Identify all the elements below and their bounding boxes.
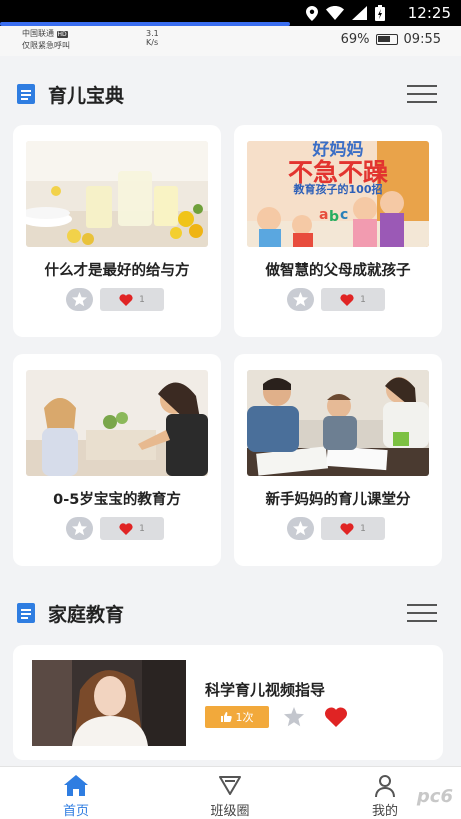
like-button[interactable]: 1 bbox=[100, 517, 164, 540]
favorite-button[interactable] bbox=[287, 517, 314, 540]
system-icons bbox=[306, 5, 385, 21]
star-icon bbox=[72, 292, 87, 307]
tab-class-circle[interactable]: 班级圈 bbox=[170, 767, 290, 819]
play-count: 1次 bbox=[235, 711, 254, 724]
section-title: 家庭教育 bbox=[48, 604, 125, 626]
like-button[interactable]: 1 bbox=[321, 517, 385, 540]
carrier-name: 中国联通 bbox=[22, 29, 54, 38]
inner-status-bar: 中国联通 HD 仅限紧急呼叫 3.1 K/s 69% 09:55 bbox=[0, 26, 461, 56]
like-count: 1 bbox=[360, 523, 366, 534]
like-button[interactable]: 1 bbox=[321, 288, 385, 311]
battery-icon bbox=[375, 34, 398, 45]
video-thumbnail bbox=[32, 660, 186, 746]
document-icon bbox=[17, 84, 35, 104]
video-card[interactable]: 科学育儿视频指导 1次 bbox=[13, 645, 443, 760]
inner-time: 09:55 bbox=[403, 32, 441, 47]
thumbs-up-icon bbox=[220, 712, 232, 722]
heart-icon[interactable] bbox=[324, 707, 348, 727]
system-time: 12:25 bbox=[407, 4, 451, 22]
star-icon[interactable] bbox=[283, 707, 305, 727]
document-icon bbox=[17, 603, 35, 623]
bottom-tab-bar: 首页 班级圈 我的 bbox=[0, 766, 461, 819]
svg-text:c: c bbox=[340, 207, 348, 223]
article-card[interactable]: 0-5岁宝宝的教育方 1 bbox=[13, 354, 221, 566]
carrier-info: 中国联通 HD 仅限紧急呼叫 bbox=[22, 28, 70, 51]
user-icon bbox=[375, 775, 395, 797]
like-count: 1 bbox=[360, 294, 366, 305]
signal-icon bbox=[352, 6, 367, 20]
emergency-text: 仅限紧急呼叫 bbox=[22, 41, 70, 50]
section-header-parenting: 育儿宝典 bbox=[0, 75, 461, 115]
class-circle-icon bbox=[219, 776, 241, 795]
svg-text:a: a bbox=[319, 207, 328, 223]
heart-icon bbox=[340, 293, 354, 306]
article-image bbox=[26, 370, 208, 476]
video-title: 科学育儿视频指导 bbox=[205, 681, 326, 699]
battery-charging-icon bbox=[375, 5, 385, 21]
heart-icon bbox=[119, 293, 133, 306]
article-title: 0-5岁宝宝的教育方 bbox=[53, 492, 181, 508]
speed-unit: K/s bbox=[146, 38, 159, 47]
location-icon bbox=[306, 5, 318, 21]
book-cover-subtitle: 教育孩子的100招 bbox=[293, 183, 383, 196]
article-title: 新手妈妈的育儿课堂分 bbox=[265, 492, 411, 508]
star-icon bbox=[72, 521, 87, 536]
wifi-icon bbox=[326, 6, 344, 20]
tab-home[interactable]: 首页 bbox=[16, 767, 136, 819]
network-speed: 3.1 K/s bbox=[146, 29, 159, 47]
star-icon bbox=[293, 292, 308, 307]
favorite-button[interactable] bbox=[66, 517, 93, 540]
tab-label: 首页 bbox=[62, 804, 89, 819]
inner-status-right: 69% 09:55 bbox=[341, 32, 441, 47]
article-card[interactable]: 什么才是最好的给与方 1 bbox=[13, 125, 221, 337]
favorite-button[interactable] bbox=[287, 288, 314, 311]
article-image bbox=[247, 370, 429, 476]
article-card[interactable]: 新手妈妈的育儿课堂分 1 bbox=[234, 354, 442, 566]
system-status-bar: 12:25 bbox=[0, 0, 461, 26]
menu-icon[interactable] bbox=[407, 602, 437, 624]
speed-value: 3.1 bbox=[146, 29, 159, 38]
home-icon bbox=[64, 775, 88, 796]
section-header-family: 家庭教育 bbox=[0, 594, 461, 634]
like-count: 1 bbox=[139, 294, 145, 305]
article-card[interactable]: a b c 好妈妈 不急不躁 教育孩子的100招 做智慧的父母成就孩子 1 bbox=[234, 125, 442, 337]
article-title: 做智慧的父母成就孩子 bbox=[265, 263, 411, 279]
article-image: a b c 好妈妈 不急不躁 教育孩子的100招 bbox=[247, 141, 429, 247]
star-icon bbox=[293, 521, 308, 536]
article-image bbox=[26, 141, 208, 247]
tab-label: 班级圈 bbox=[210, 804, 250, 819]
play-count-button[interactable]: 1次 bbox=[205, 706, 269, 728]
carrier-badge: HD bbox=[56, 31, 68, 38]
like-count: 1 bbox=[139, 523, 145, 534]
favorite-button[interactable] bbox=[66, 288, 93, 311]
menu-icon[interactable] bbox=[407, 83, 437, 105]
article-title: 什么才是最好的给与方 bbox=[44, 263, 190, 279]
svg-text:b: b bbox=[329, 209, 339, 225]
battery-percent: 69% bbox=[340, 32, 370, 47]
watermark: pc6 bbox=[416, 786, 453, 807]
heart-icon bbox=[340, 522, 354, 535]
heart-icon bbox=[119, 522, 133, 535]
section-title: 育儿宝典 bbox=[48, 85, 125, 107]
like-button[interactable]: 1 bbox=[100, 288, 164, 311]
